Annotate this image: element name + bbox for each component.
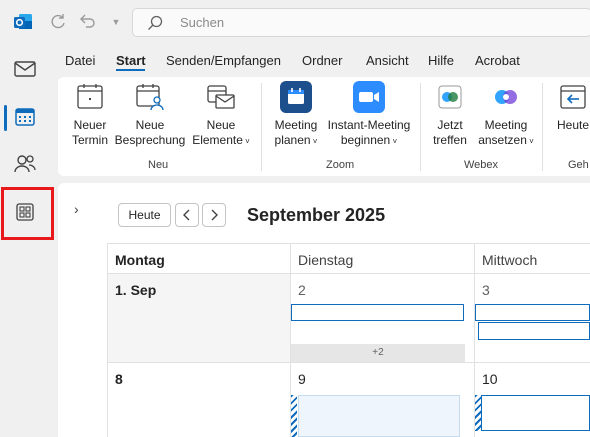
mail-icon [14,60,36,80]
ribbon: Neuer Termin Neue Besprechung Neue Eleme… [58,77,590,176]
new-appointment-button[interactable]: Neuer Termin [68,81,112,148]
neuer-termin-label-1: Neuer [73,118,107,132]
group-label-zoom: Zoom [326,159,355,171]
neue-elemente-label-1: Neue [206,118,236,132]
meeting-icon [134,81,166,113]
outlook-app-icon [13,12,33,32]
meeting-planen-button[interactable]: Meeting planen ˅ [268,81,324,149]
people-icon [14,154,36,177]
neue-elemente-line-2: Elemente ˅ [188,133,254,149]
date-label[interactable]: 1. Sep [115,282,156,298]
grid-line [107,273,590,274]
new-items-button[interactable]: Neue Elemente ˅ [188,81,254,149]
date-label[interactable]: 2 [298,282,306,298]
search-icon [147,15,163,31]
chevron-left-icon [183,209,190,221]
grid-line [107,243,590,244]
date-label[interactable]: 3 [482,282,490,298]
neue-besprechung-label-2: Besprechung [114,133,186,147]
meeting-ansetzen-button[interactable]: Meeting ansetzen ˅ [476,81,536,149]
grid-line [107,243,108,437]
instant-meeting-label-1: Instant-Meeting [327,118,411,132]
expand-pane-icon[interactable]: › [74,201,79,217]
rail-mail[interactable] [7,52,43,88]
meeting-planen-label-2: planen [274,133,311,147]
tab-hilfe[interactable]: Hilfe [428,53,454,68]
chevron-down-icon: ˅ [526,137,534,146]
ribbon-separator [420,83,421,171]
jetzt-treffen-label-2: treffen [433,133,467,147]
webex-meet-icon [434,81,466,113]
day-header-tuesday: Dienstag [298,252,354,268]
calendar-event[interactable] [298,395,460,437]
tab-datei[interactable]: Datei [65,53,95,68]
group-label-neu: Neu [148,159,169,171]
quick-access-dropdown-icon[interactable]: ▼ [106,12,126,32]
meeting-ansetzen-label-2: ansetzen [478,133,527,147]
sync-icon[interactable] [48,12,68,32]
appointment-icon [74,81,106,113]
instant-meeting-button[interactable]: Instant-Meeting beginnen ˅ [324,81,414,149]
goto-today-icon [557,81,589,113]
tab-start[interactable]: Start [116,53,146,68]
neue-besprechung-label-1: Neue [135,118,165,132]
ribbon-separator [542,83,543,171]
new-items-icon [205,81,237,113]
app-rail [0,44,50,437]
chevron-down-icon: ˅ [310,137,318,146]
date-label[interactable]: 10 [482,371,498,387]
previous-button[interactable] [175,203,199,227]
next-button[interactable] [202,203,226,227]
title-bar: ▼ Suchen [0,0,590,44]
month-title: September 2025 [247,205,386,225]
webex-schedule-icon [490,81,522,113]
tab-acrobat[interactable]: Acrobat [475,53,520,68]
calendar-event[interactable] [481,395,590,431]
calendar-event[interactable] [475,304,590,321]
tab-ordner[interactable]: Ordner [302,53,342,68]
search-box[interactable]: Suchen [132,8,590,37]
rail-calendar[interactable] [7,100,43,136]
neue-elemente-label-2: Elemente [192,133,243,147]
jetzt-treffen-button[interactable]: Jetzt treffen [428,81,472,148]
day-header-monday: Montag [115,252,165,268]
tab-ansicht[interactable]: Ansicht [366,53,409,68]
instant-meeting-line-2: beginnen ˅ [324,133,414,149]
rail-people[interactable] [7,147,43,183]
meeting-planen-label-1: Meeting [274,118,318,132]
neuer-termin-label-2: Termin [71,133,108,147]
today-button[interactable]: Heute [118,203,171,227]
more-events-indicator[interactable]: +2 [291,344,465,362]
date-label[interactable]: 8 [115,371,123,387]
zoom-video-icon [353,81,385,113]
calendar-event[interactable] [478,322,590,340]
chevron-right-icon [211,209,218,221]
tab-senden-empfangen[interactable]: Senden/Empfangen [166,53,281,68]
meeting-planen-line-2: planen ˅ [268,133,324,149]
instant-meeting-label-2: beginnen [340,133,391,147]
chevron-down-icon: ˅ [242,137,250,146]
new-meeting-button[interactable]: Neue Besprechung [114,81,186,148]
calendar-event[interactable] [291,304,464,321]
group-label-gehe: Geh [568,159,589,171]
undo-icon[interactable] [77,12,97,32]
meeting-ansetzen-line-2: ansetzen ˅ [476,133,536,149]
highlight-box [1,187,54,240]
goto-today-button[interactable]: Heute [550,81,590,133]
schedule-meeting-icon [280,81,312,113]
group-label-webex: Webex [464,159,499,171]
active-tab-indicator [116,69,145,71]
jetzt-treffen-label-1: Jetzt [437,118,463,132]
chevron-down-icon: ˅ [390,137,398,146]
calendar-icon [15,107,35,130]
ribbon-separator [261,83,262,171]
meeting-ansetzen-label-1: Meeting [484,118,528,132]
date-label[interactable]: 9 [298,371,306,387]
grid-line [107,362,590,363]
search-placeholder: Suchen [180,15,225,30]
day-header-wednesday: Mittwoch [482,252,538,268]
heute-ribbon-label: Heute [556,118,590,132]
tentative-event-marker [291,395,297,437]
